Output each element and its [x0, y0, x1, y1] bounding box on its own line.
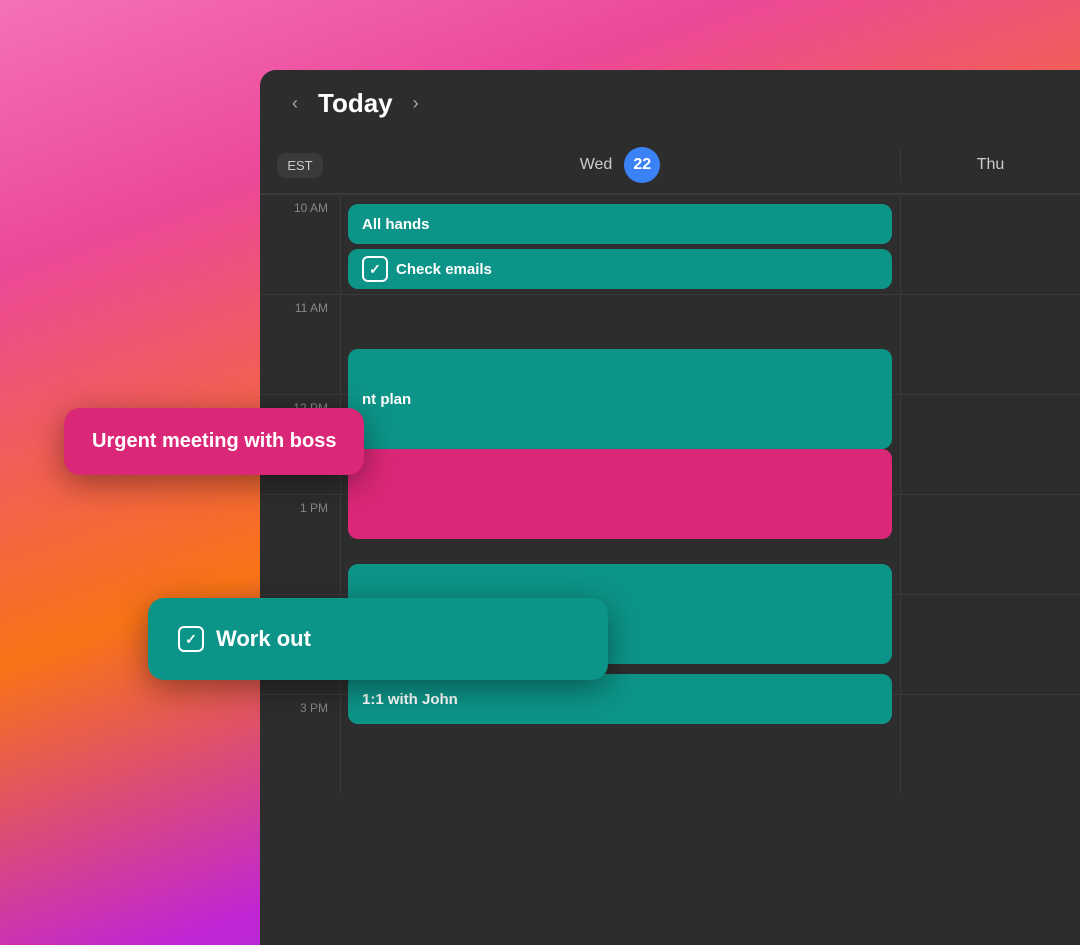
workout-text: Work out	[216, 626, 311, 652]
thu-header: Thu	[900, 147, 1080, 183]
calendar-body: 10 AM 11 AM 12 PM 1 PM 2 PM	[260, 194, 1080, 945]
check-emails-icon: ✓	[362, 256, 388, 282]
thu-cell-11am	[900, 295, 1080, 394]
event-pink-block[interactable]	[348, 449, 892, 539]
day-header-row: EST Wed 22 Thu	[260, 137, 1080, 194]
event-check-emails[interactable]: ✓ Check emails	[348, 249, 892, 289]
calendar-title: Today	[318, 88, 393, 119]
prev-button[interactable]: ‹	[284, 89, 306, 118]
thu-cell-12pm	[900, 395, 1080, 494]
urgent-meeting-text: Urgent meeting with boss	[92, 430, 336, 452]
time-label-3pm: 3 PM	[260, 695, 340, 794]
time-label-1pm: 1 PM	[260, 495, 340, 594]
event-budget-plan-title: nt plan	[362, 391, 411, 408]
thu-cell-1pm	[900, 495, 1080, 594]
thu-cell-10am	[900, 195, 1080, 294]
event-oneone-john-title: 1:1 with John	[362, 691, 458, 708]
wed-header: Wed 22	[340, 147, 900, 183]
day-number-badge: 22	[624, 147, 660, 183]
event-oneone-john[interactable]: 1:1 with John	[348, 674, 892, 724]
wed-label: Wed	[580, 156, 613, 174]
event-all-hands-title: All hands	[362, 216, 430, 233]
workout-check-icon: ✓	[178, 626, 204, 652]
event-budget-plan[interactable]: nt plan	[348, 349, 892, 449]
time-label-10am: 10 AM	[260, 195, 340, 294]
calendar-header: ‹ Today ›	[260, 70, 1080, 137]
event-check-emails-title: Check emails	[396, 261, 492, 278]
timezone-badge: EST	[260, 147, 340, 183]
thu-cell-3pm	[900, 695, 1080, 794]
thu-label: Thu	[977, 156, 1005, 174]
urgent-meeting-tooltip[interactable]: Urgent meeting with boss	[64, 408, 364, 475]
timezone-label: EST	[277, 153, 322, 178]
next-button[interactable]: ›	[405, 89, 427, 118]
thu-cell-2pm	[900, 595, 1080, 694]
calendar-window: ‹ Today › EST Wed 22 Thu 10 AM 11 AM	[260, 70, 1080, 945]
event-all-hands[interactable]: All hands	[348, 204, 892, 244]
workout-card[interactable]: ✓ Work out	[148, 598, 608, 680]
time-label-11am: 11 AM	[260, 295, 340, 394]
